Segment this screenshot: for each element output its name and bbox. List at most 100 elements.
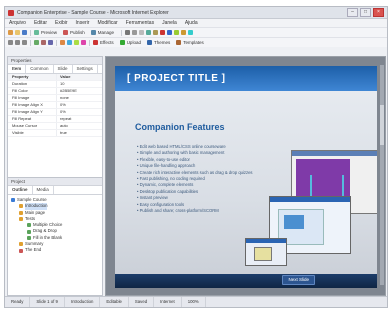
property-value[interactable]: 0% (56, 109, 102, 115)
bold-icon[interactable] (34, 40, 39, 45)
property-row[interactable]: Fill Image Align Y 0% (8, 109, 102, 116)
page-icon (27, 235, 31, 240)
property-row[interactable]: Visible true (8, 130, 102, 137)
link-icon[interactable] (167, 30, 173, 35)
property-key: Fill Image Align X (12, 102, 43, 107)
property-row[interactable]: Mouse Cursor auto (8, 123, 102, 130)
menu-item-exibir[interactable]: Exibir (55, 20, 68, 26)
toolbar-separator (89, 39, 90, 46)
tab-media[interactable]: Media (33, 186, 54, 194)
property-value[interactable]: true (56, 130, 102, 136)
templates-icon[interactable] (176, 40, 182, 45)
next-slide-button[interactable]: Next Slide (282, 275, 315, 285)
group-icon[interactable] (74, 40, 79, 45)
save-icon[interactable] (22, 30, 27, 35)
maximize-button[interactable]: □ (360, 8, 371, 17)
effects-button[interactable]: Effects (100, 40, 114, 45)
redo-icon[interactable] (153, 30, 159, 35)
text-icon[interactable] (181, 30, 187, 35)
property-row[interactable]: Fill Color #2B5E9E (8, 88, 102, 95)
property-row[interactable]: Fill Image Align X 0% (8, 102, 102, 109)
cut-icon[interactable] (125, 30, 131, 35)
status-bar: Ready Slide 1 of 9 Introduction Editable… (5, 296, 387, 307)
open-folder-icon[interactable] (15, 30, 20, 35)
paste-icon[interactable] (139, 30, 145, 35)
menu-item-arquivo[interactable]: Arquivo (9, 20, 26, 26)
title-bar: Companion Enterprise - Sample Course - M… (5, 7, 387, 19)
align-center-icon[interactable] (15, 40, 20, 45)
upload-icon[interactable] (119, 40, 125, 45)
property-row[interactable]: Fill Repeat repeat (8, 116, 102, 123)
color-icon[interactable] (60, 40, 65, 45)
status-zone: Internet (154, 297, 182, 307)
shape-icon[interactable] (188, 30, 194, 35)
property-key: Duration (12, 81, 28, 86)
vertical-scrollbar[interactable] (380, 65, 384, 285)
menu-item-modificar[interactable]: Modificar (97, 20, 117, 26)
app-icon (8, 9, 14, 16)
tab-outline[interactable]: Outline (8, 186, 33, 194)
tab-settings[interactable]: Settings (73, 65, 98, 73)
menu-item-editar[interactable]: Editar (34, 20, 47, 26)
toolbar-separator (30, 39, 31, 46)
themes-button[interactable]: Themes (154, 40, 170, 45)
manage-icon[interactable] (90, 30, 96, 35)
cube-icon (254, 247, 272, 261)
tab-item[interactable]: Item (8, 65, 27, 73)
properties-tabs: Item Common Slide Settings (8, 65, 102, 74)
themes-icon[interactable] (146, 40, 152, 45)
ungroup-icon[interactable] (81, 40, 86, 45)
tab-slide[interactable]: Slide (54, 65, 73, 73)
page-icon (27, 229, 31, 234)
effects-icon[interactable] (93, 40, 98, 45)
publish-icon[interactable] (63, 30, 69, 35)
italic-icon[interactable] (41, 40, 46, 45)
property-value[interactable]: none (56, 95, 102, 101)
property-key: Fill Image (12, 95, 30, 100)
delete-icon[interactable] (160, 30, 166, 35)
preview-icon[interactable] (34, 30, 39, 35)
property-value[interactable]: 0% (56, 102, 102, 108)
property-row[interactable]: Duration 10 (8, 81, 102, 88)
preview-button[interactable]: Preview (41, 30, 57, 35)
menu-item-janela[interactable]: Janela (162, 20, 177, 26)
publish-button[interactable]: Publish (70, 30, 85, 35)
close-button[interactable]: × (373, 8, 384, 17)
features-heading[interactable]: Companion Features (135, 122, 225, 132)
project-tabs: Outline Media (8, 186, 102, 195)
feature-text: Dynamic, complete elements (139, 182, 194, 188)
upload-button[interactable]: Upload (127, 40, 141, 45)
align-left-icon[interactable] (8, 40, 13, 45)
toolbar-primary: Preview Publish Manage (5, 27, 387, 37)
feature-text: Publish and share; cross-platform/SCORM (139, 207, 219, 213)
project-panel-title: Project (8, 178, 102, 186)
copy-icon[interactable] (132, 30, 138, 35)
property-value[interactable]: auto (56, 123, 102, 129)
menu-item-ferramentas[interactable]: Ferramentas (126, 20, 154, 26)
minimize-button[interactable]: – (347, 8, 358, 17)
feature-text: Unique file-handling approach (139, 163, 196, 169)
align-right-icon[interactable] (22, 40, 27, 45)
undo-icon[interactable] (146, 30, 152, 35)
templates-button[interactable]: Templates (183, 40, 204, 45)
zoom-level[interactable]: 100% (182, 297, 206, 307)
menu-item-inserir[interactable]: Inserir (76, 20, 90, 26)
scrollbar-thumb[interactable] (380, 105, 384, 145)
underline-icon[interactable] (48, 40, 53, 45)
status-saved: Saved (129, 297, 155, 307)
image-icon[interactable] (174, 30, 180, 35)
menu-item-ajuda[interactable]: Ajuda (185, 20, 198, 26)
layer-icon[interactable] (67, 40, 72, 45)
manage-button[interactable]: Manage (98, 30, 114, 35)
tree-item[interactable]: The End (11, 247, 99, 253)
new-icon[interactable] (8, 30, 13, 35)
property-row[interactable]: Fill Image none (8, 95, 102, 102)
slide-preview[interactable]: [ PROJECT TITLE ] Companion Features • E… (115, 66, 377, 288)
property-value[interactable]: #2B5E9E (56, 88, 102, 94)
property-value[interactable]: 10 (56, 81, 102, 87)
screenshot-thumbnail-image (245, 238, 287, 266)
property-value[interactable]: repeat (56, 116, 102, 122)
slide-title[interactable]: [ PROJECT TITLE ] (127, 73, 226, 84)
tab-common[interactable]: Common (26, 65, 54, 73)
page-icon (27, 223, 31, 228)
